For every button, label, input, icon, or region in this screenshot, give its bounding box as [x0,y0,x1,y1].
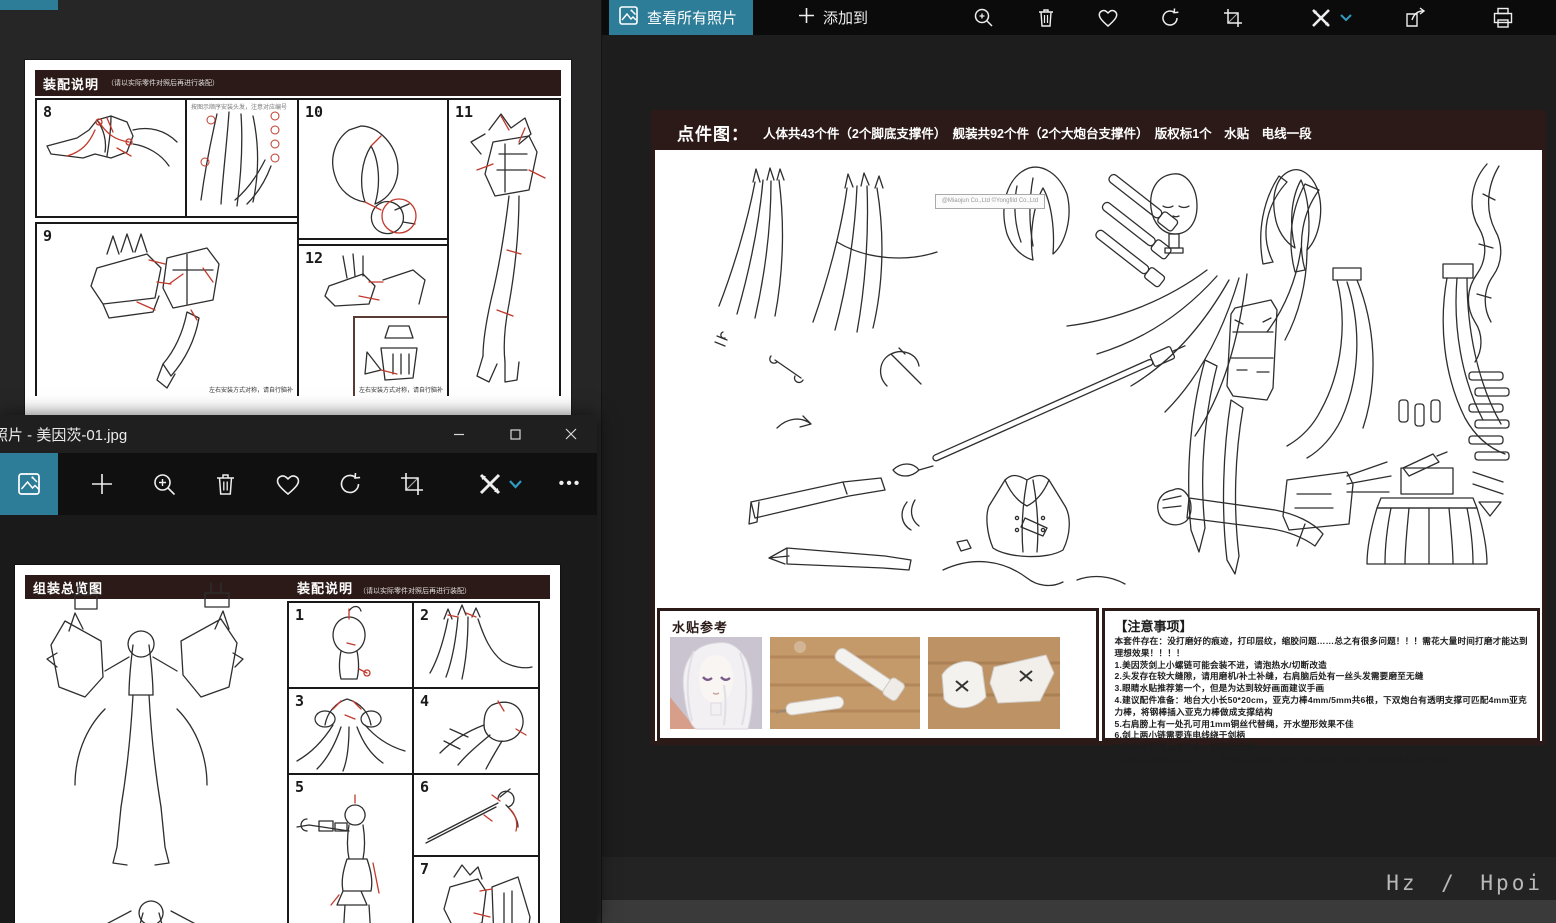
screen: 查看所有照片 添加到 [0,0,1556,923]
note-line: 7.炮台件需要上下拼合，打磨至无缝 [1115,742,1532,754]
step-panel: 11 [447,98,561,396]
page2-header-note: （请以实际零件对照后再进行装配） [107,78,219,88]
rotate-button[interactable] [328,453,372,515]
parts-linework: @Miaojun Co.,Ltd ©Yongfild Co.,Ltd [657,150,1540,608]
step-number: 12 [305,249,323,267]
detail-inset [353,316,449,396]
step-number: 7 [420,860,429,878]
zoom-in-button[interactable] [967,0,1001,35]
add-to-label: 添加到 [823,7,868,28]
instruction-sheet-page1: 组装总览图 装配说明 （请以实际零件对照后再进行装配） [15,565,560,923]
step-panel: 3 [287,687,414,775]
task-band [602,900,1556,923]
background-window-teal-fragment [0,0,58,10]
step-panel: 12 左右安装方式对称，请自行脑补 [297,244,449,396]
front-window-titlebar[interactable]: 照片 - 美因茨-01.jpg [0,415,597,453]
note-line: 1.美因茨剑上小螺链可能会装不进，请泡热水/切断改造 [1115,660,1532,672]
page2-header: 装配说明 [43,74,99,93]
favorite-button[interactable] [266,453,310,515]
step-number: 6 [420,778,429,796]
all-photos-button[interactable] [0,453,58,515]
decal-reference-box: 水贴参考 [657,608,1099,741]
notes-title: 【注意事项】 [1115,616,1532,635]
note-line: 2.头发存在较大缝隙，请用磨机/补土补缝，右肩脑后处有一丝头发需要磨至无缝 [1115,671,1532,683]
step-panel: 2 [412,601,540,689]
mirror-caption: 左右安装方式对称，请自行脑补 [359,385,443,394]
note-line: 本套件存在：没打磨好的痕迹，打印层纹，缩胶问题……总之有很多问题！！！需花大量时… [1115,636,1532,660]
step-number: 2 [420,606,429,624]
minimize-button[interactable] [436,415,482,453]
decal-photo-barrels [770,637,920,734]
mirror-caption: 左右安装方式对称，请自行脑补 [209,385,293,394]
step-number: 11 [455,103,473,121]
favorite-button[interactable] [1091,0,1125,35]
parts-sheet-header: 点件图： 人体共43个件（2个脚底支撑件） 舰装共92个件（2个大炮台支撑件） … [655,114,1542,150]
rotate-button[interactable] [1153,0,1187,35]
parts-sheet-summary: 人体共43个件（2个脚底支撑件） 舰装共92个件（2个大炮台支撑件） 版权标1个… [763,123,1312,142]
step-number: 10 [305,103,323,121]
note-line: 5.右肩膀上有一处孔可用1mm铜丝代替绳，开水塑形效果不佳 [1115,719,1532,731]
all-photos-icon [17,472,41,496]
step-number: 3 [295,692,304,710]
decal-photo-hulls [928,637,1060,734]
panel8-caption: 按图示顺序安装头发，注意对应编号 [191,102,287,111]
page1-header-note: （请以实际零件对照后再进行装配） [359,586,471,596]
crop-button[interactable] [1216,0,1250,35]
step-number: 9 [43,227,52,245]
notes-box: 【注意事项】 本套件存在：没打磨好的痕迹，打印层纹，缩胶问题……总之有很多问题！… [1102,608,1541,741]
step-number: 8 [43,103,52,121]
step-panel: 9 左右安装方式对称，请自行脑补 [35,222,299,396]
add-icon [798,7,815,28]
share-button[interactable] [1399,0,1433,35]
front-window-title: 照片 - 美因茨-01.jpg [0,424,127,445]
instruction-sheet-page2: 装配说明 （请以实际零件对照后再进行装配） 8 [25,60,571,416]
front-window-toolbar: ••• [0,453,597,515]
view-all-photos-button[interactable]: 查看所有照片 [609,0,753,35]
delete-button[interactable] [1029,0,1063,35]
add-to-button[interactable]: 添加到 [798,0,868,35]
step-panel: 10 [297,98,449,240]
maker-watermark-label: @Miaojun Co.,Ltd ©Yongfild Co.,Ltd [935,194,1045,209]
parts-sheet-title: 点件图： [677,120,749,145]
note-line: 4.建议配件准备：地台大小长50*20cm，亚克力棒4mm/5mm共6根，下双炮… [1115,695,1532,719]
add-button[interactable] [80,453,124,515]
step-panel: 4 [412,687,540,775]
front-photos-window: 照片 - 美因茨-01.jpg [0,415,597,923]
print-button[interactable] [1486,0,1520,35]
background-photos-window: 查看所有照片 添加到 [601,0,1556,923]
page1-overview-header: 组装总览图 [33,578,103,597]
step-number: 1 [295,606,304,624]
assembly-overview-art [25,601,287,923]
chevron-down-icon[interactable] [1336,0,1356,35]
step-panel: 6 [412,773,540,857]
edit-button[interactable] [1304,0,1338,35]
decal-photo-head [670,637,762,734]
all-photos-icon [619,6,638,29]
note-line: 3.眼睛水贴推荐第一个，但是为达到较好画面建议手画 [1115,683,1532,695]
step-panel: 7 [412,855,540,923]
delete-button[interactable] [203,453,247,515]
chevron-down-icon[interactable] [502,453,528,515]
background-toolbar: 查看所有照片 添加到 [602,0,1556,35]
step-panel: 8 [35,98,187,218]
see-more-button[interactable]: ••• [548,453,592,515]
decal-reference-title: 水贴参考 [672,617,728,636]
close-button[interactable] [548,415,594,453]
page1-assembly-header: 装配说明 [297,578,353,597]
step-panel: 1 [287,601,414,689]
zoom-in-button[interactable] [142,453,186,515]
note-line: 6.剑上两小链需要连电线绕于剑柄 [1115,730,1532,742]
parts-diagram-photo: 点件图： 人体共43个件（2个脚底支撑件） 舰装共92个件（2个大炮台支撑件） … [651,110,1546,745]
step-number: 5 [295,778,304,796]
maximize-button[interactable] [492,415,538,453]
see-more-label: ••• [559,475,582,493]
step-panel: 按图示顺序安装头发，注意对应编号 [185,98,299,218]
crop-button[interactable] [390,453,434,515]
step-panel: 5 [287,773,414,923]
note-line: 8.上两龙在龙身上有打孔，作为支撑连接，位于龙和炮台的中间，请注意龙身体的左右。 [1115,754,1532,766]
hpoi-watermark: Hz / Hpoi [1386,871,1543,895]
view-all-photos-label: 查看所有照片 [647,7,737,28]
step-number: 4 [420,692,429,710]
